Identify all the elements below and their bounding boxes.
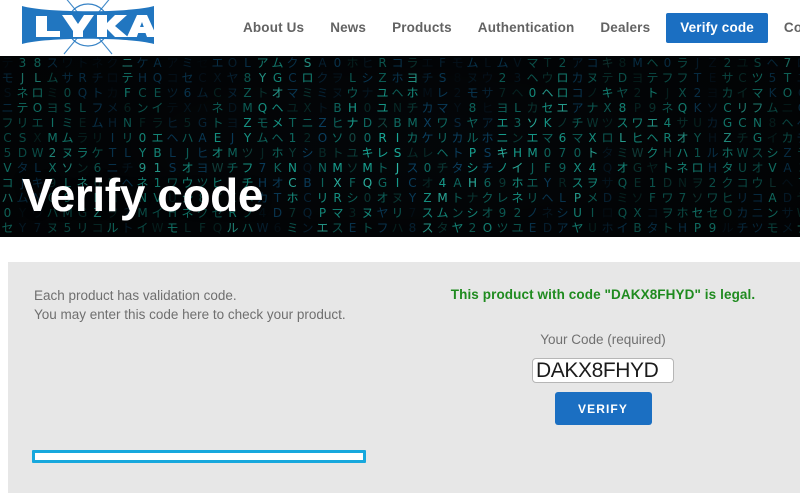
intro-text: Each product has validation code. You ma… bbox=[34, 286, 346, 324]
page-root: About Us News Products Authentication De… bbox=[0, 0, 800, 502]
page-title: Verify code bbox=[22, 169, 264, 221]
intro-line-1: Each product has validation code. bbox=[34, 288, 237, 303]
nav-item-news[interactable]: News bbox=[317, 14, 379, 42]
lyka-logo[interactable] bbox=[14, 0, 162, 56]
verify-form: This product with code "DAKX8FHYD" is le… bbox=[406, 262, 800, 425]
verify-button[interactable]: VERIFY bbox=[554, 392, 652, 425]
nav-item-products[interactable]: Products bbox=[379, 14, 465, 42]
verify-panel: Each product has validation code. You ma… bbox=[8, 262, 800, 493]
nav-item-verify-code[interactable]: Verify code bbox=[666, 13, 768, 43]
main-navigation: About Us News Products Authentication De… bbox=[230, 0, 800, 56]
nav-item-about-us[interactable]: About Us bbox=[230, 14, 317, 42]
progress-bar bbox=[32, 450, 366, 463]
code-field-label: Your Code (required) bbox=[540, 332, 666, 347]
site-header: About Us News Products Authentication De… bbox=[0, 0, 800, 56]
nav-item-dealers[interactable]: Dealers bbox=[587, 14, 663, 42]
verification-result-message: This product with code "DAKX8FHYD" is le… bbox=[450, 287, 756, 302]
nav-item-contact[interactable]: Contact bbox=[771, 14, 800, 42]
code-input[interactable] bbox=[532, 358, 674, 383]
nav-item-authentication[interactable]: Authentication bbox=[465, 14, 588, 42]
hero-banner: テ モ S ニ フ C 5 V コ ハ 0 セ ホ ソ 3 J ネ テ リ S … bbox=[0, 56, 800, 237]
intro-line-2: You may enter this code here to check yo… bbox=[34, 307, 346, 322]
